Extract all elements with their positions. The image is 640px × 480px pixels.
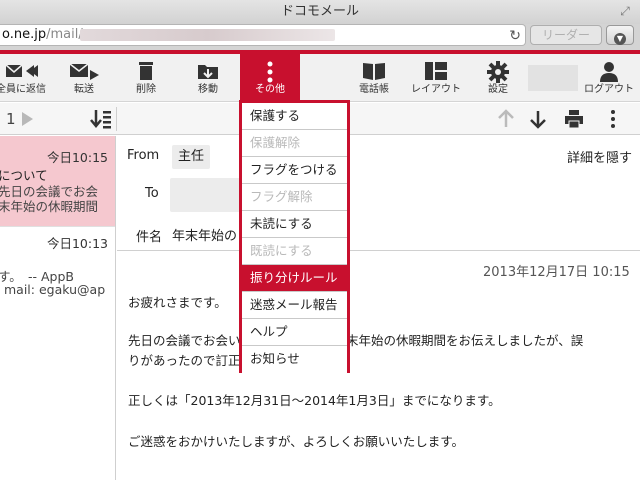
mail-list: 今日10:15 について 先日の会議でお会 末年始の休暇期間 今日10:13 す… <box>0 136 116 480</box>
body-line: 末年始の休暇期間をお伝えしましたが、誤 <box>346 333 584 348</box>
url-field[interactable]: o.ne.jp/mail/ ↻ <box>0 24 526 46</box>
menu-item-filter-rules[interactable]: 振り分けルール <box>242 265 347 292</box>
forward-icon <box>60 54 108 84</box>
more-button[interactable]: その他 <box>240 54 300 102</box>
menu-item-unprotect: 保護解除 <box>242 130 347 157</box>
menu-item-mark-read: 既読にする <box>242 238 347 265</box>
forward-button[interactable]: 転送 <box>60 54 108 102</box>
delete-button[interactable]: 削除 <box>124 54 168 102</box>
account-name-redacted <box>528 65 578 91</box>
more-options-icon[interactable] <box>610 109 616 133</box>
contacts-label: 電話帳 <box>359 84 389 95</box>
to-value-redacted <box>170 178 240 212</box>
print-icon[interactable] <box>564 109 584 133</box>
next-mail-icon[interactable] <box>529 109 547 133</box>
layout-icon <box>406 54 466 84</box>
url-host: o.ne.jp <box>2 27 47 42</box>
body-line: 正しくは「2013年12月31日〜2014年1月3日」までになります。 <box>128 393 501 408</box>
subject-value: 年末年始の <box>172 229 238 244</box>
body-line: お疲れさまです。 <box>128 295 227 310</box>
window-title-bar: ドコモメール ⤢ <box>0 0 640 24</box>
window-title: ドコモメール <box>280 4 359 19</box>
logout-button[interactable]: ログアウト <box>580 54 638 102</box>
forward-label: 転送 <box>74 84 94 95</box>
download-icon: ▼ <box>614 33 626 45</box>
contacts-button[interactable]: 電話帳 <box>352 54 396 102</box>
subbar-divider <box>116 107 117 131</box>
layout-button[interactable]: レイアウト <box>406 54 466 102</box>
folder-icon <box>186 54 230 84</box>
list-item-date: 今日10:13 <box>46 236 108 251</box>
settings-button[interactable]: 設定 <box>476 54 520 102</box>
reply-all-label: 全員に返信 <box>0 84 46 95</box>
body-line: ご迷惑をおかけいたしますが、よろしくお願いいたします。 <box>128 434 465 449</box>
logout-label: ログアウト <box>584 84 634 95</box>
menu-item-help[interactable]: ヘルプ <box>242 319 347 346</box>
more-label: その他 <box>255 84 285 95</box>
settings-label: 設定 <box>488 84 508 95</box>
reader-button[interactable]: リーダー <box>530 25 602 45</box>
reply-all-button[interactable]: 全員に返信 <box>0 54 50 102</box>
previous-mail-icon[interactable] <box>497 109 515 133</box>
next-page-icon[interactable] <box>22 112 33 126</box>
body-line: 先日の会議でお会い <box>128 333 241 348</box>
list-item-date: 今日10:15 <box>46 150 108 165</box>
book-icon <box>352 54 396 84</box>
reload-icon[interactable]: ↻ <box>509 26 521 46</box>
layout-label: レイアウト <box>411 84 461 95</box>
more-dropdown-menu: 保護する 保護解除 フラグをつける フラグ解除 未読にする 既読にする 振り分け… <box>239 100 350 373</box>
body-line: りがあったので訂正 <box>128 353 241 368</box>
delete-label: 削除 <box>136 84 156 95</box>
menu-item-protect[interactable]: 保護する <box>242 103 347 130</box>
url-path: /mail/ <box>46 27 83 42</box>
trash-icon <box>124 54 168 84</box>
list-item-preview: 末年始の休暇期間 <box>0 199 99 214</box>
gear-icon <box>476 54 520 84</box>
list-item[interactable]: 今日10:15 について 先日の会議でお会 末年始の休暇期間 <box>0 136 115 226</box>
person-icon <box>580 54 638 84</box>
url-redacted <box>80 29 335 41</box>
mail-toolbar: 全員に返信 転送 削除 移動 その他 電話帳 レイアウト 設定 ログアウト <box>0 54 640 102</box>
header-divider <box>117 250 640 251</box>
move-button[interactable]: 移動 <box>186 54 230 102</box>
list-item-preview: mail: egaku@ap <box>4 282 106 297</box>
mail-timestamp: 2013年12月17日 10:15 <box>483 265 630 280</box>
address-bar: o.ne.jp/mail/ ↻ リーダー ▼ <box>0 24 640 50</box>
resize-icon[interactable]: ⤢ <box>618 4 632 18</box>
to-label: To <box>145 186 159 201</box>
list-item[interactable]: 今日10:13 す。 -- AppB mail: egaku@ap <box>0 226 115 306</box>
page-number: 1 <box>6 110 16 128</box>
sort-icon[interactable] <box>90 109 112 133</box>
move-label: 移動 <box>198 84 218 95</box>
reply-all-icon <box>0 54 50 84</box>
menu-item-report-spam[interactable]: 迷惑メール報告 <box>242 292 347 319</box>
more-vertical-icon <box>240 54 300 84</box>
menu-item-mark-unread[interactable]: 未読にする <box>242 211 347 238</box>
menu-item-remove-flag: フラグ解除 <box>242 184 347 211</box>
hide-details-link[interactable]: 詳細を隠す <box>567 147 632 166</box>
menu-item-add-flag[interactable]: フラグをつける <box>242 157 347 184</box>
from-label: From <box>127 148 160 163</box>
from-value[interactable]: 主任 <box>172 145 211 169</box>
menu-item-notices[interactable]: お知らせ <box>242 346 347 373</box>
download-button[interactable]: ▼ <box>606 25 634 45</box>
subject-label: 件名 <box>136 230 163 245</box>
